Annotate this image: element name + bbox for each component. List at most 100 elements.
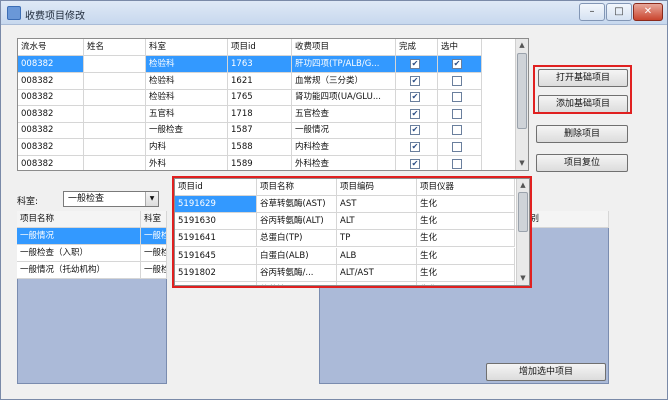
- table-cell: 肝功四项(TP/ALB/G...: [292, 56, 396, 73]
- table-cell: [84, 56, 146, 73]
- table-cell: 008382: [18, 122, 84, 140]
- dept-filter-select[interactable]: 一般检查 ▼: [63, 191, 159, 207]
- table-cell: 008382: [18, 105, 84, 123]
- table-cell: 1589: [228, 155, 292, 170]
- table-cell: 内科检查: [292, 139, 396, 156]
- done-checkbox[interactable]: ✔: [410, 92, 420, 103]
- table-cell: 检验科: [146, 56, 228, 73]
- column-header[interactable]: 科室: [146, 39, 228, 56]
- table-cell: 1587: [228, 122, 292, 140]
- table-cell: 一般情况: [292, 122, 396, 140]
- dept-items-grid[interactable]: 项目名称 科室 一般情况 一般检 一般检查（入职） 一般检 一般情况（托幼机构） 一般检: [17, 211, 167, 281]
- table-cell: [438, 89, 482, 107]
- done-checkbox[interactable]: ✔: [410, 125, 420, 136]
- selected-checkbox[interactable]: [452, 92, 462, 103]
- table-cell: 一般检查（入职）: [17, 245, 141, 262]
- table-cell: ✔: [396, 105, 438, 123]
- window-title: 收费项目修改: [25, 11, 85, 22]
- charge-items-grid[interactable]: 流水号 姓名 科室 项目id 收费项目 完成 选中 008382 检验科 1763 肝功四项(TP/…: [17, 38, 529, 171]
- table-cell: [84, 105, 146, 123]
- column-header[interactable]: 收费项目: [292, 39, 396, 56]
- scroll-up-icon[interactable]: ▲: [516, 39, 528, 51]
- column-header[interactable]: 选中: [438, 39, 482, 56]
- table-cell: 五官科: [146, 105, 228, 123]
- table-cell: 008382: [18, 155, 84, 170]
- table-cell: 一般检: [141, 228, 167, 245]
- table-cell: [84, 155, 146, 170]
- table-cell: 内科: [146, 139, 228, 156]
- table-cell: [84, 89, 146, 107]
- table-cell: ✔: [396, 89, 438, 107]
- selected-checkbox[interactable]: [452, 108, 462, 119]
- table-cell: [438, 105, 482, 123]
- table-cell: 五官检查: [292, 105, 396, 123]
- table-cell: [438, 72, 482, 90]
- table-cell: 008382: [18, 72, 84, 90]
- table-cell: ✔: [396, 122, 438, 140]
- table-cell: ✔: [438, 56, 482, 73]
- dept-filter-label: 科室:: [17, 197, 39, 207]
- table-cell: 008382: [18, 56, 84, 73]
- scroll-down-icon[interactable]: ▼: [516, 157, 528, 169]
- table-cell: 血常规（三分类）: [292, 72, 396, 90]
- top-grid-scrollbar[interactable]: ▲ ▼: [515, 39, 528, 170]
- column-header[interactable]: 姓名: [84, 39, 146, 56]
- done-checkbox[interactable]: ✔: [410, 158, 420, 169]
- table-cell: 008382: [18, 89, 84, 107]
- column-header[interactable]: 完成: [396, 39, 438, 56]
- table-cell: 肾功能四项(UA/GLU...: [292, 89, 396, 107]
- table-cell: 1588: [228, 139, 292, 156]
- table-cell: 008382: [18, 139, 84, 156]
- selected-checkbox[interactable]: [452, 75, 462, 86]
- table-header-row: 项目名称 科室: [17, 211, 167, 228]
- selected-checkbox[interactable]: [452, 125, 462, 136]
- table-cell: 一般检: [141, 262, 167, 279]
- table-cell: ✔: [396, 155, 438, 170]
- column-header[interactable]: 流水号: [18, 39, 84, 56]
- table-cell: [84, 122, 146, 140]
- maximize-button[interactable]: □: [606, 3, 632, 21]
- column-header[interactable]: 项目名称: [17, 211, 141, 228]
- gender-column-header: 性别: [519, 211, 609, 228]
- minimize-button[interactable]: –: [579, 3, 605, 21]
- table-cell: 外科检查: [292, 155, 396, 170]
- done-checkbox[interactable]: ✔: [410, 75, 420, 86]
- title-bar: 收费项目修改 – □ ✕: [1, 1, 667, 25]
- table-cell: 一般检查: [146, 122, 228, 140]
- done-checkbox[interactable]: ✔: [410, 59, 420, 69]
- selected-checkbox[interactable]: [452, 142, 462, 152]
- table-cell: 1765: [228, 89, 292, 107]
- reset-item-button[interactable]: 项目复位: [536, 154, 628, 172]
- table-cell: 外科: [146, 155, 228, 170]
- table-cell: 1763: [228, 56, 292, 73]
- table-cell: ✔: [396, 139, 438, 156]
- table-cell: 一般检: [141, 245, 167, 262]
- app-icon: [7, 6, 21, 20]
- done-checkbox[interactable]: ✔: [410, 108, 420, 119]
- table-cell: 检验科: [146, 72, 228, 90]
- selected-checkbox[interactable]: ✔: [452, 59, 462, 69]
- table-cell: [438, 139, 482, 156]
- highlight-box-buttons: [533, 65, 632, 114]
- selected-checkbox[interactable]: [452, 158, 462, 169]
- add-selected-items-button[interactable]: 增加选中项目: [486, 363, 606, 381]
- table-cell: 1718: [228, 105, 292, 123]
- close-button[interactable]: ✕: [633, 3, 663, 21]
- delete-item-button[interactable]: 删除项目: [536, 125, 628, 143]
- table-cell: 一般情况: [17, 228, 141, 245]
- table-cell: 1621: [228, 72, 292, 90]
- table-cell: [84, 139, 146, 156]
- scroll-thumb[interactable]: [517, 53, 527, 129]
- table-cell: [438, 122, 482, 140]
- done-checkbox[interactable]: ✔: [410, 142, 420, 152]
- table-cell: ✔: [396, 56, 438, 73]
- chevron-down-icon[interactable]: ▼: [145, 192, 158, 206]
- table-cell: 检验科: [146, 89, 228, 107]
- table-cell: 一般情况（托幼机构）: [17, 262, 141, 279]
- table-cell: [438, 155, 482, 170]
- column-header[interactable]: 科室: [141, 211, 167, 228]
- dept-filter-value: 一般检查: [68, 194, 105, 204]
- column-header[interactable]: 项目id: [228, 39, 292, 56]
- table-cell: [84, 72, 146, 90]
- table-cell: ✔: [396, 72, 438, 90]
